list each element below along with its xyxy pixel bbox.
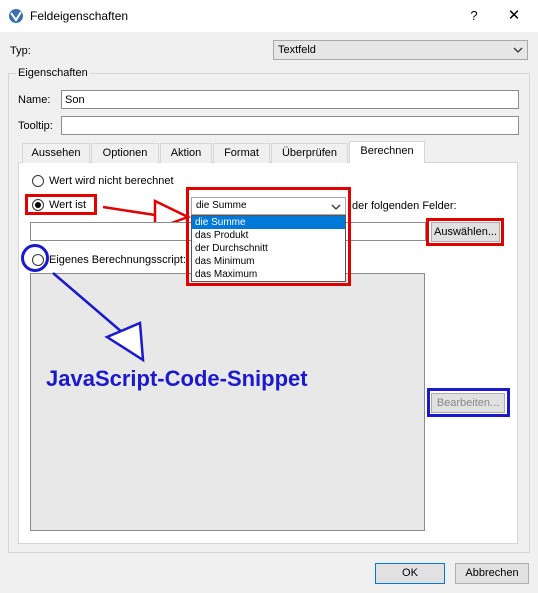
cancel-button[interactable]: Abbrechen [455,563,529,584]
dropdown-option-maximum[interactable]: das Maximum [192,268,345,281]
calc-operation-dropdown: die Summe das Produkt der Durchschnitt d… [191,215,346,282]
radio-not-calculated[interactable] [32,175,44,187]
tab-aktion[interactable]: Aktion [160,143,212,163]
tab-ueberpruefen[interactable]: Überprüfen [271,143,348,163]
dropdown-option-durchschnitt[interactable]: der Durchschnitt [192,242,345,255]
fields-suffix-label: der folgenden Felder: [352,200,457,212]
window-title: Feldeigenschaften [30,9,129,23]
tab-aussehen[interactable]: Aussehen [22,143,90,163]
typ-select-value: Textfeld [278,44,316,56]
app-logo-icon [9,9,23,23]
tab-berechnen[interactable]: Berechnen [349,141,425,163]
choose-fields-button[interactable]: Auswählen... [431,222,500,242]
typ-label: Typ: [10,45,31,57]
dropdown-option-produkt[interactable]: das Produkt [192,229,345,242]
eigenschaften-legend: Eigenschaften [16,67,90,79]
typ-select[interactable]: Textfeld [273,40,528,60]
annotation-label: JavaScript-Code-Snippet [46,366,308,391]
name-input-value: Son [65,94,85,106]
dropdown-option-minimum[interactable]: das Minimum [192,255,345,268]
arrow-annotation-icon [52,272,145,363]
title-bar: Feldeigenschaften ? ✕ [0,0,538,32]
radio-value-is[interactable] [32,199,44,211]
ok-button[interactable]: OK [375,563,445,584]
tab-optionen[interactable]: Optionen [91,143,159,163]
close-button[interactable]: ✕ [502,6,526,26]
name-label: Name: [18,94,51,106]
tooltip-label: Tooltip: [18,120,53,132]
chevron-down-icon [513,47,523,53]
edit-script-button[interactable]: Bearbeiten... [431,393,505,413]
name-input[interactable]: Son [61,90,519,109]
dropdown-option-summe[interactable]: die Summe [192,216,345,229]
radio-value-is-label: Wert ist [49,199,87,211]
tab-format[interactable]: Format [213,143,270,163]
tooltip-input[interactable] [61,116,519,135]
radio-not-calculated-label: Wert wird nicht berechnet [49,175,174,187]
help-button[interactable]: ? [462,6,486,26]
